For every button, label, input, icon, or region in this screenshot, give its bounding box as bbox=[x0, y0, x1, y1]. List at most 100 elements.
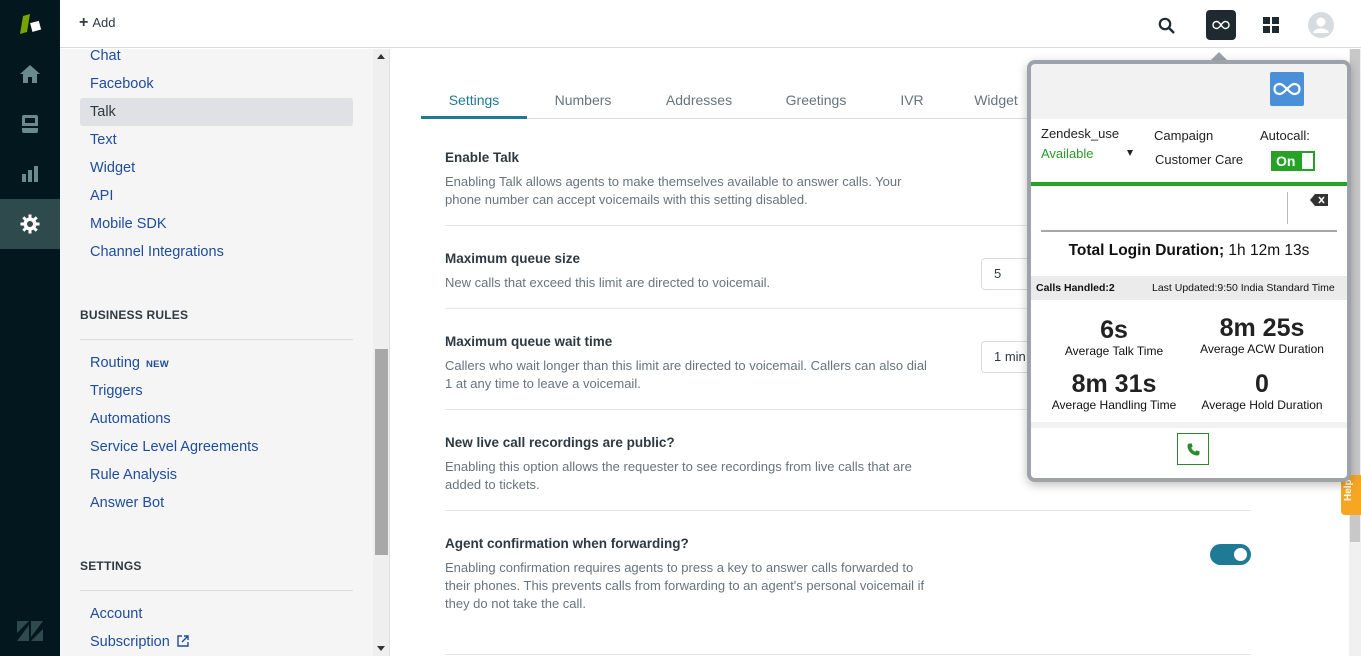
agent-status-section: Zendesk_use Available Campaign Customer … bbox=[1031, 119, 1347, 184]
add-button[interactable]: + Add bbox=[79, 13, 115, 31]
scroll-up-arrow-icon[interactable] bbox=[377, 54, 385, 59]
backspace-icon[interactable] bbox=[1310, 194, 1328, 206]
nav-views[interactable] bbox=[0, 99, 60, 149]
total-login-duration: Total Login Duration; 1h 12m 13s bbox=[1031, 242, 1347, 260]
dialer-footer bbox=[1031, 428, 1347, 478]
grid-icon bbox=[1263, 17, 1279, 33]
tab-addresses[interactable]: Addresses bbox=[655, 85, 743, 119]
nav-admin[interactable] bbox=[0, 199, 60, 249]
metric-label: Average Hold Duration bbox=[1201, 398, 1323, 412]
autocall-state: On bbox=[1276, 153, 1296, 169]
popup-caret bbox=[1211, 52, 1227, 60]
sidebar-scrollbar-thumb[interactable] bbox=[375, 349, 388, 555]
sidebar-item-chat[interactable]: Chat bbox=[80, 49, 353, 70]
call-button[interactable] bbox=[1177, 433, 1209, 465]
home-icon bbox=[20, 65, 40, 83]
sidebar-item-mobile-sdk[interactable]: Mobile SDK bbox=[80, 210, 353, 238]
sidebar-item-triggers[interactable]: Triggers bbox=[80, 377, 353, 405]
new-badge: NEW bbox=[145, 359, 170, 370]
metrics-grid: 6s Average Talk Time 8m 25s Average ACW … bbox=[1031, 300, 1347, 422]
zendesk-logo-icon bbox=[17, 621, 43, 641]
metric-avg-hold-duration: 0 Average Hold Duration bbox=[1187, 370, 1337, 412]
total-login-value: 1h 12m 13s bbox=[1228, 242, 1310, 259]
sidebar-item-answer-bot[interactable]: Answer Bot bbox=[80, 489, 353, 517]
sidebar-scrollbar[interactable] bbox=[373, 49, 389, 656]
avatar-icon bbox=[1308, 12, 1334, 38]
user-avatar-button[interactable] bbox=[1306, 10, 1336, 40]
sidebar-item-text[interactable]: Text bbox=[80, 126, 353, 154]
toggle-knob bbox=[1302, 153, 1313, 169]
calls-handled: Calls Handled:2 bbox=[1036, 282, 1115, 294]
agent-status-dropdown[interactable]: Available bbox=[1041, 146, 1094, 161]
sidebar-item-widget[interactable]: Widget bbox=[80, 154, 353, 182]
toggle-knob bbox=[1234, 548, 1247, 561]
metric-label: Average Talk Time bbox=[1064, 344, 1164, 358]
scroll-down-arrow-icon[interactable] bbox=[377, 646, 385, 651]
sidebar-item-slas[interactable]: Service Level Agreements bbox=[80, 433, 353, 461]
setting-description: Enabling this option allows the requeste… bbox=[445, 459, 912, 492]
campaign-value: Customer Care bbox=[1155, 152, 1244, 167]
sidebar-item-automations[interactable]: Automations bbox=[80, 405, 353, 433]
sidebar-divider bbox=[80, 339, 353, 340]
metric-value: 8m 31s bbox=[1071, 370, 1157, 398]
dialer-popup: Zendesk_use Available Campaign Customer … bbox=[1027, 60, 1351, 482]
nav-reporting[interactable] bbox=[0, 149, 60, 199]
dropdown-caret-icon[interactable] bbox=[1127, 150, 1133, 156]
metric-value: 8m 25s bbox=[1219, 314, 1305, 342]
tab-greetings[interactable]: Greetings bbox=[773, 85, 859, 119]
setting-description: Enabling Talk allows agents to make them… bbox=[445, 174, 902, 207]
metric-value: 0 bbox=[1255, 370, 1269, 398]
setting-description: New calls that exceed this limit are dir… bbox=[445, 275, 771, 290]
metric-avg-talk-time: 6s Average Talk Time bbox=[1039, 316, 1189, 358]
setting-title: Agent confirmation when forwarding? bbox=[445, 536, 689, 551]
sidebar-item-routing[interactable]: Routing NEW bbox=[80, 349, 353, 377]
gear-icon bbox=[20, 214, 40, 234]
tab-widget[interactable]: Widget bbox=[966, 85, 1026, 119]
external-link-icon bbox=[177, 635, 189, 647]
sidebar-item-talk[interactable]: Talk bbox=[80, 98, 353, 126]
tab-numbers[interactable]: Numbers bbox=[543, 85, 623, 119]
apps-grid-button[interactable] bbox=[1256, 10, 1286, 40]
divider bbox=[445, 510, 1251, 511]
views-inbox-icon bbox=[22, 115, 38, 133]
business-rules-heading: BUSINESS RULES bbox=[80, 308, 189, 322]
nav-home[interactable] bbox=[0, 49, 60, 99]
admin-sidebar: Chat Facebook Talk Text Widget API Mobil… bbox=[60, 49, 390, 656]
help-tab-label: Help bbox=[1343, 479, 1354, 501]
sidebar-item-channel-integrations[interactable]: Channel Integrations bbox=[80, 238, 353, 266]
sidebar-item-routing-label: Routing bbox=[90, 355, 140, 371]
zendesk-product-logo[interactable] bbox=[17, 12, 45, 36]
metric-value: 6s bbox=[1100, 316, 1128, 344]
stats-bar: Calls Handled:2 Last Updated:9:50 India … bbox=[1031, 276, 1347, 300]
sidebar-item-facebook[interactable]: Facebook bbox=[80, 70, 353, 98]
dialer-logo bbox=[1270, 72, 1304, 106]
phone-icon bbox=[1187, 443, 1199, 455]
reporting-bar-chart-icon bbox=[22, 166, 38, 182]
infinity-icon bbox=[1212, 20, 1230, 30]
agent-confirmation-toggle[interactable] bbox=[1210, 544, 1251, 565]
dial-number-input[interactable] bbox=[1041, 194, 1337, 232]
search-icon bbox=[1158, 17, 1175, 34]
sidebar-item-account[interactable]: Account bbox=[80, 600, 353, 628]
tab-ivr[interactable]: IVR bbox=[891, 85, 933, 119]
dialer-app-button[interactable] bbox=[1206, 10, 1236, 40]
setting-description: Callers who wait longer than this limit … bbox=[445, 358, 927, 391]
tab-settings[interactable]: Settings bbox=[421, 85, 527, 119]
plus-icon: + bbox=[79, 13, 89, 31]
sidebar-item-rule-analysis[interactable]: Rule Analysis bbox=[80, 461, 353, 489]
metric-avg-handling-time: 8m 31s Average Handling Time bbox=[1039, 370, 1189, 412]
top-header: + Add bbox=[60, 0, 1361, 48]
sidebar-divider bbox=[80, 590, 353, 591]
autocall-toggle[interactable]: On bbox=[1271, 151, 1315, 171]
main-scrollbar-thumb[interactable] bbox=[1350, 49, 1360, 542]
setting-description: Enabling confirmation requires agents to… bbox=[445, 560, 925, 611]
search-button[interactable] bbox=[1151, 10, 1181, 40]
input-separator bbox=[1287, 192, 1288, 224]
settings-heading: SETTINGS bbox=[80, 559, 142, 573]
sidebar-item-subscription[interactable]: Subscription bbox=[80, 628, 353, 656]
sidebar-item-subscription-label: Subscription bbox=[90, 634, 170, 650]
sidebar-item-api[interactable]: API bbox=[80, 182, 353, 210]
divider bbox=[445, 654, 1251, 655]
metric-label: Average Handling Time bbox=[1051, 398, 1177, 412]
product-nav-rail bbox=[0, 0, 60, 656]
